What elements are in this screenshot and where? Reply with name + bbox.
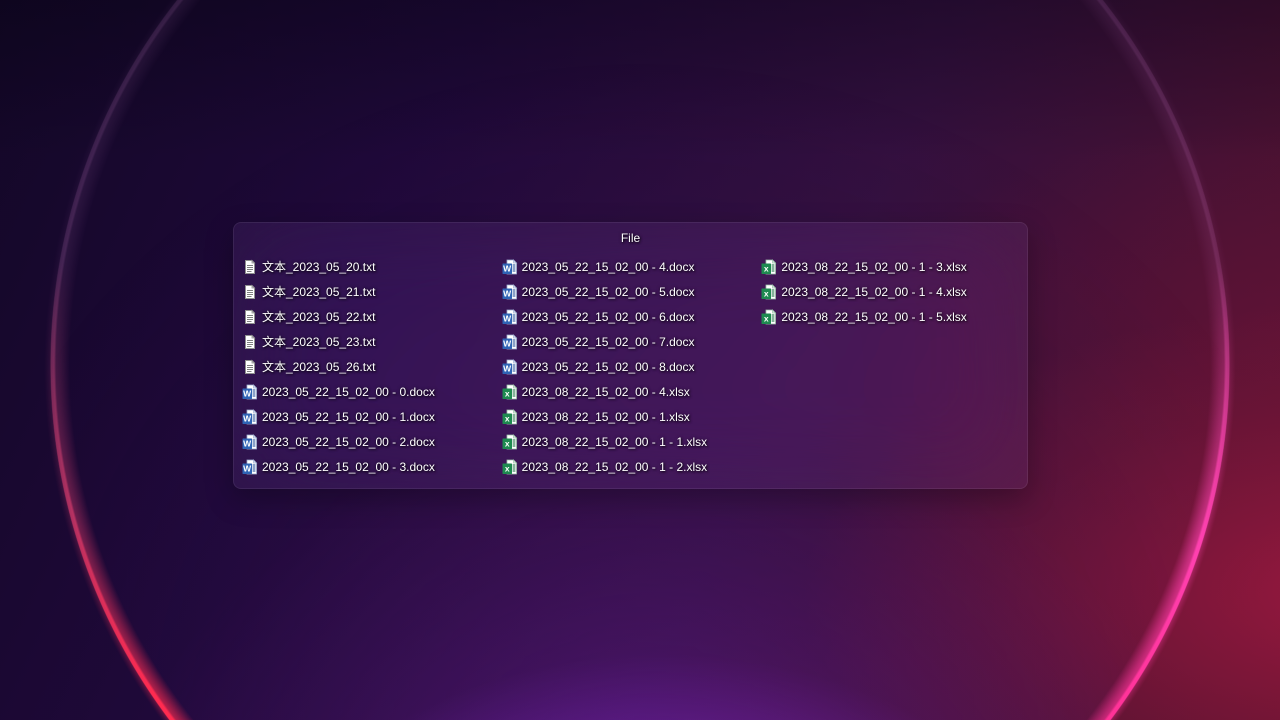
file-name: 文本_2023_05_21.txt <box>262 283 375 300</box>
svg-text:W: W <box>503 288 512 298</box>
svg-text:x: x <box>764 288 769 298</box>
file-name: 2023_05_22_15_02_00 - 6.docx <box>522 310 695 324</box>
file-item-xlsx[interactable]: x 2023_08_22_15_02_00 - 1 - 2.xlsx <box>501 454 761 479</box>
svg-text:W: W <box>243 388 252 398</box>
excel-file-icon: x <box>761 259 777 275</box>
text-file-icon <box>242 284 258 300</box>
file-item-docx[interactable]: W 2023_05_22_15_02_00 - 2.docx <box>241 429 501 454</box>
svg-text:W: W <box>503 263 512 273</box>
file-column-1: 文本_2023_05_20.txt 文本_2023_05_21.txt 文本_2… <box>241 254 501 479</box>
file-item-docx[interactable]: W 2023_05_22_15_02_00 - 5.docx <box>501 279 761 304</box>
svg-text:W: W <box>243 413 252 423</box>
text-file-icon <box>242 359 258 375</box>
word-file-icon: W <box>242 459 258 475</box>
file-item-docx[interactable]: W 2023_05_22_15_02_00 - 4.docx <box>501 254 761 279</box>
svg-text:x: x <box>504 438 509 448</box>
word-file-icon: W <box>502 309 518 325</box>
word-file-icon: W <box>242 384 258 400</box>
file-item-xlsx[interactable]: x 2023_08_22_15_02_00 - 1 - 3.xlsx <box>760 254 1020 279</box>
file-item-txt[interactable]: 文本_2023_05_22.txt <box>241 304 501 329</box>
word-file-icon: W <box>242 409 258 425</box>
file-item-docx[interactable]: W 2023_05_22_15_02_00 - 3.docx <box>241 454 501 479</box>
svg-text:W: W <box>503 338 512 348</box>
excel-file-icon: x <box>502 384 518 400</box>
file-name: 2023_08_22_15_02_00 - 4.xlsx <box>522 385 690 399</box>
file-item-docx[interactable]: W 2023_05_22_15_02_00 - 0.docx <box>241 379 501 404</box>
file-name: 2023_05_22_15_02_00 - 8.docx <box>522 360 695 374</box>
word-file-icon: W <box>502 259 518 275</box>
word-file-icon: W <box>502 334 518 350</box>
svg-text:x: x <box>504 388 509 398</box>
panel-title: File <box>234 223 1027 246</box>
excel-file-icon: x <box>502 409 518 425</box>
svg-text:W: W <box>243 463 252 473</box>
file-column-2: W 2023_05_22_15_02_00 - 4.docx W 2023_05… <box>501 254 761 479</box>
excel-file-icon: x <box>502 434 518 450</box>
text-file-icon <box>242 334 258 350</box>
file-item-txt[interactable]: 文本_2023_05_23.txt <box>241 329 501 354</box>
word-file-icon: W <box>502 284 518 300</box>
file-name: 2023_05_22_15_02_00 - 2.docx <box>262 435 435 449</box>
svg-text:x: x <box>504 463 509 473</box>
file-name: 文本_2023_05_26.txt <box>262 358 375 375</box>
file-name: 2023_08_22_15_02_00 - 1 - 2.xlsx <box>522 460 707 474</box>
file-name: 2023_05_22_15_02_00 - 1.docx <box>262 410 435 424</box>
word-file-icon: W <box>502 359 518 375</box>
excel-file-icon: x <box>761 284 777 300</box>
file-item-xlsx[interactable]: x 2023_08_22_15_02_00 - 1 - 4.xlsx <box>760 279 1020 304</box>
file-item-txt[interactable]: 文本_2023_05_20.txt <box>241 254 501 279</box>
file-columns: 文本_2023_05_20.txt 文本_2023_05_21.txt 文本_2… <box>234 254 1027 479</box>
file-name: 2023_08_22_15_02_00 - 1 - 3.xlsx <box>781 260 966 274</box>
file-item-xlsx[interactable]: x 2023_08_22_15_02_00 - 1.xlsx <box>501 404 761 429</box>
file-item-xlsx[interactable]: x 2023_08_22_15_02_00 - 1 - 1.xlsx <box>501 429 761 454</box>
file-item-txt[interactable]: 文本_2023_05_26.txt <box>241 354 501 379</box>
file-name: 2023_08_22_15_02_00 - 1 - 5.xlsx <box>781 310 966 324</box>
svg-text:W: W <box>503 313 512 323</box>
file-name: 2023_05_22_15_02_00 - 3.docx <box>262 460 435 474</box>
svg-text:x: x <box>764 313 769 323</box>
file-item-docx[interactable]: W 2023_05_22_15_02_00 - 8.docx <box>501 354 761 379</box>
excel-file-icon: x <box>502 459 518 475</box>
file-name: 2023_08_22_15_02_00 - 1.xlsx <box>522 410 690 424</box>
text-file-icon <box>242 309 258 325</box>
file-name: 文本_2023_05_23.txt <box>262 333 375 350</box>
file-name: 2023_05_22_15_02_00 - 7.docx <box>522 335 695 349</box>
file-name: 文本_2023_05_20.txt <box>262 258 375 275</box>
file-name: 2023_05_22_15_02_00 - 5.docx <box>522 285 695 299</box>
file-name: 2023_05_22_15_02_00 - 0.docx <box>262 385 435 399</box>
file-item-txt[interactable]: 文本_2023_05_21.txt <box>241 279 501 304</box>
svg-text:x: x <box>764 263 769 273</box>
file-item-xlsx[interactable]: x 2023_08_22_15_02_00 - 4.xlsx <box>501 379 761 404</box>
file-item-docx[interactable]: W 2023_05_22_15_02_00 - 1.docx <box>241 404 501 429</box>
text-file-icon <box>242 259 258 275</box>
file-item-docx[interactable]: W 2023_05_22_15_02_00 - 6.docx <box>501 304 761 329</box>
file-name: 2023_05_22_15_02_00 - 4.docx <box>522 260 695 274</box>
file-item-docx[interactable]: W 2023_05_22_15_02_00 - 7.docx <box>501 329 761 354</box>
file-item-xlsx[interactable]: x 2023_08_22_15_02_00 - 1 - 5.xlsx <box>760 304 1020 329</box>
excel-file-icon: x <box>761 309 777 325</box>
svg-text:W: W <box>243 438 252 448</box>
svg-text:W: W <box>503 363 512 373</box>
word-file-icon: W <box>242 434 258 450</box>
file-name: 文本_2023_05_22.txt <box>262 308 375 325</box>
file-name: 2023_08_22_15_02_00 - 1 - 1.xlsx <box>522 435 707 449</box>
file-column-3: x 2023_08_22_15_02_00 - 1 - 3.xlsx x 202… <box>760 254 1020 479</box>
desktop: File 文本_2023_05_20.txt 文本_2023_05_21.txt <box>0 0 1280 720</box>
svg-text:x: x <box>504 413 509 423</box>
file-name: 2023_08_22_15_02_00 - 1 - 4.xlsx <box>781 285 966 299</box>
file-list-panel: File 文本_2023_05_20.txt 文本_2023_05_21.txt <box>233 222 1028 489</box>
